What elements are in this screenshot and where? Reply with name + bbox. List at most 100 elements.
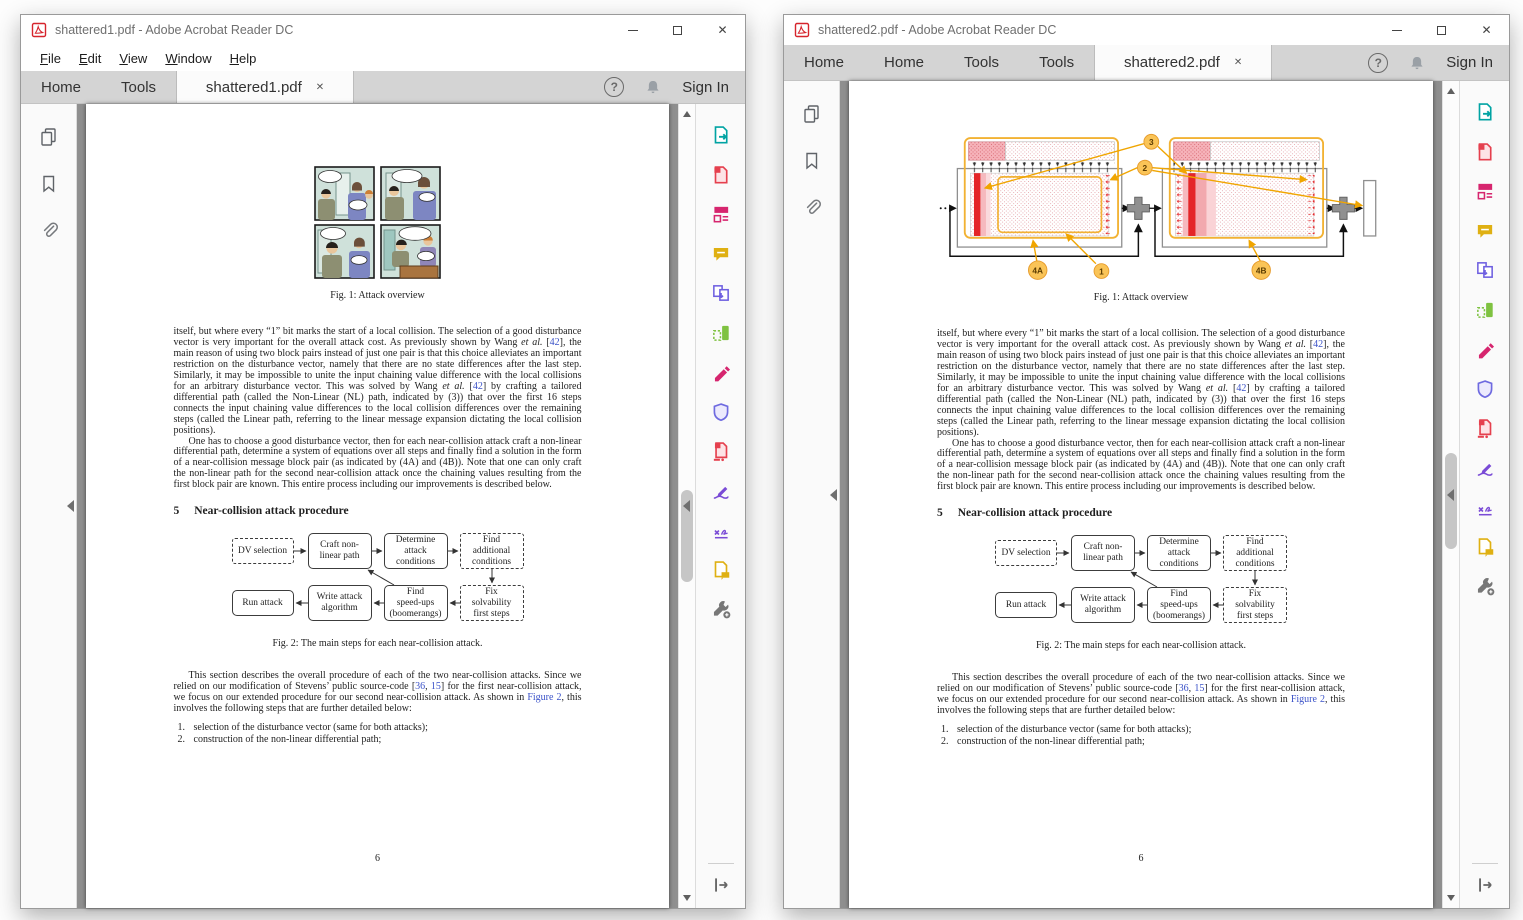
- scroll-up-arrow[interactable]: [683, 111, 691, 117]
- compress-pdf-button[interactable]: [708, 438, 734, 464]
- scroll-down-arrow[interactable]: [1447, 895, 1455, 901]
- page-thumbnails-icon[interactable]: [801, 103, 822, 124]
- help-button[interactable]: ?: [604, 77, 625, 97]
- citation-link[interactable]: 15: [431, 681, 441, 692]
- export-pdf-button[interactable]: [708, 122, 734, 148]
- menu-edit[interactable]: Edit: [70, 48, 110, 69]
- request-signatures-button[interactable]: [1472, 494, 1498, 520]
- tab-tools-1[interactable]: Tools: [944, 45, 1019, 80]
- doc-tab-close-icon[interactable]: ✕: [1234, 57, 1242, 68]
- redact-button[interactable]: [708, 359, 734, 385]
- create-pdf-button[interactable]: [1472, 139, 1498, 165]
- figure-link[interactable]: Figure 2: [527, 692, 561, 703]
- collapse-pane-arrow[interactable]: [67, 500, 74, 512]
- citation-link[interactable]: 42: [1236, 383, 1246, 394]
- more-tools-button[interactable]: [708, 596, 734, 622]
- close-button[interactable]: ✕: [700, 15, 745, 45]
- tabbar: Home Home Tools Tools shattered2.pdf ✕ ?…: [784, 45, 1509, 81]
- tab-home[interactable]: Home: [21, 71, 101, 103]
- help-button[interactable]: ?: [1368, 52, 1389, 73]
- tools-rail: [683, 104, 745, 908]
- sign-in-button[interactable]: Sign In: [1446, 54, 1493, 71]
- scroll-down-arrow[interactable]: [683, 895, 691, 901]
- menu-file[interactable]: File: [31, 48, 70, 69]
- citation-link[interactable]: 42: [1313, 339, 1323, 350]
- fill-sign-button[interactable]: [708, 478, 734, 504]
- bookmarks-icon[interactable]: [38, 173, 59, 194]
- flowchart-box-write-algo: Write attack algorithm: [307, 585, 372, 622]
- combine-files-button[interactable]: [708, 280, 734, 306]
- comic-image: [314, 166, 441, 279]
- flowchart-box-write-algo: Write attack algorithm: [1071, 587, 1135, 624]
- pdf-page: Fig. 1: Attack overview itself, but wher…: [86, 104, 669, 908]
- titlebar[interactable]: shattered2.pdf - Adobe Acrobat Reader DC…: [784, 15, 1509, 45]
- export-pdf-button[interactable]: [1472, 99, 1498, 125]
- bookmarks-icon[interactable]: [801, 150, 822, 171]
- doc-tab-shattered1[interactable]: shattered1.pdf ✕: [176, 71, 355, 103]
- comment-button[interactable]: [708, 241, 734, 267]
- citation-link[interactable]: 42: [550, 337, 560, 348]
- page-thumbnails-icon[interactable]: [38, 126, 59, 147]
- compress-pdf-button[interactable]: [1472, 415, 1498, 441]
- menu-help[interactable]: Help: [221, 48, 266, 69]
- maximize-icon: [673, 25, 682, 35]
- send-and-track-button[interactable]: [1472, 534, 1498, 560]
- citation-link[interactable]: 36: [415, 681, 425, 692]
- pdf-page: 3 2 1 4A 4B Fig. 1: Attack overview itse…: [849, 81, 1433, 908]
- request-signatures-icon: [1477, 506, 1492, 516]
- minimize-button[interactable]: [610, 15, 655, 45]
- sign-in-button[interactable]: Sign In: [682, 79, 729, 96]
- redact-button[interactable]: [1472, 336, 1498, 362]
- tab-home-2[interactable]: Home: [864, 45, 944, 80]
- menubar: File Edit View Window Help: [21, 45, 745, 71]
- citation-link[interactable]: 15: [1194, 683, 1204, 694]
- collapse-pane-arrow[interactable]: [830, 488, 837, 501]
- minimize-button[interactable]: [1374, 15, 1419, 45]
- citation-link[interactable]: 36: [1179, 683, 1189, 694]
- bell-icon[interactable]: [1408, 54, 1426, 72]
- flowchart-box-dv-selection: DV selection: [995, 540, 1057, 567]
- comment-button[interactable]: [1472, 218, 1498, 244]
- protect-button[interactable]: [708, 399, 734, 425]
- fill-sign-button[interactable]: [1472, 455, 1498, 481]
- edit-pdf-button[interactable]: [1472, 178, 1498, 204]
- titlebar[interactable]: shattered1.pdf - Adobe Acrobat Reader DC…: [21, 15, 745, 45]
- close-button[interactable]: ✕: [1464, 15, 1509, 45]
- scroll-up-arrow[interactable]: [1447, 88, 1455, 94]
- doc-tab-shattered2[interactable]: shattered2.pdf ✕: [1094, 45, 1273, 80]
- expand-pane-icon[interactable]: [1474, 874, 1496, 896]
- attachments-icon[interactable]: [38, 220, 59, 241]
- numbered-list: 1. selection of the disturbance vector (s…: [937, 724, 1345, 747]
- numbered-list: 1. selection of the disturbance vector (s…: [174, 722, 582, 745]
- bell-icon[interactable]: [644, 78, 662, 96]
- doc-tab-close-icon[interactable]: ✕: [316, 82, 324, 93]
- request-signatures-button[interactable]: [708, 517, 734, 543]
- tab-home-1[interactable]: Home: [784, 45, 864, 80]
- create-pdf-button[interactable]: [708, 162, 734, 188]
- menu-view[interactable]: View: [110, 48, 156, 69]
- maximize-button[interactable]: [1419, 15, 1464, 45]
- menu-window[interactable]: Window: [156, 48, 220, 69]
- figure-link[interactable]: Figure 2: [1291, 694, 1325, 705]
- tab-tools[interactable]: Tools: [101, 71, 176, 103]
- edit-pdf-button[interactable]: [708, 201, 734, 227]
- organize-pages-icon: [712, 325, 729, 341]
- organize-pages-button[interactable]: [1472, 297, 1498, 323]
- expand-pane-icon[interactable]: [710, 874, 732, 896]
- attachments-icon[interactable]: [801, 197, 822, 218]
- organize-pages-button[interactable]: [708, 320, 734, 346]
- maximize-button[interactable]: [655, 15, 700, 45]
- document-viewport[interactable]: 3 2 1 4A 4B Fig. 1: Attack overview itse…: [840, 81, 1442, 908]
- combine-files-button[interactable]: [1472, 257, 1498, 283]
- tools-collapse-arrow[interactable]: [1447, 488, 1454, 501]
- protect-button[interactable]: [1472, 376, 1498, 402]
- tools-collapse-arrow[interactable]: [683, 500, 690, 512]
- more-tools-button[interactable]: [1472, 573, 1498, 599]
- close-icon: ✕: [1481, 23, 1492, 37]
- tab-tools-2[interactable]: Tools: [1019, 45, 1094, 80]
- scroll-thumb[interactable]: [1445, 453, 1457, 550]
- send-and-track-button[interactable]: [708, 557, 734, 583]
- citation-link[interactable]: 42: [473, 381, 483, 392]
- document-viewport[interactable]: Fig. 1: Attack overview itself, but wher…: [77, 104, 678, 908]
- diagram-label-1: 1: [1099, 266, 1104, 276]
